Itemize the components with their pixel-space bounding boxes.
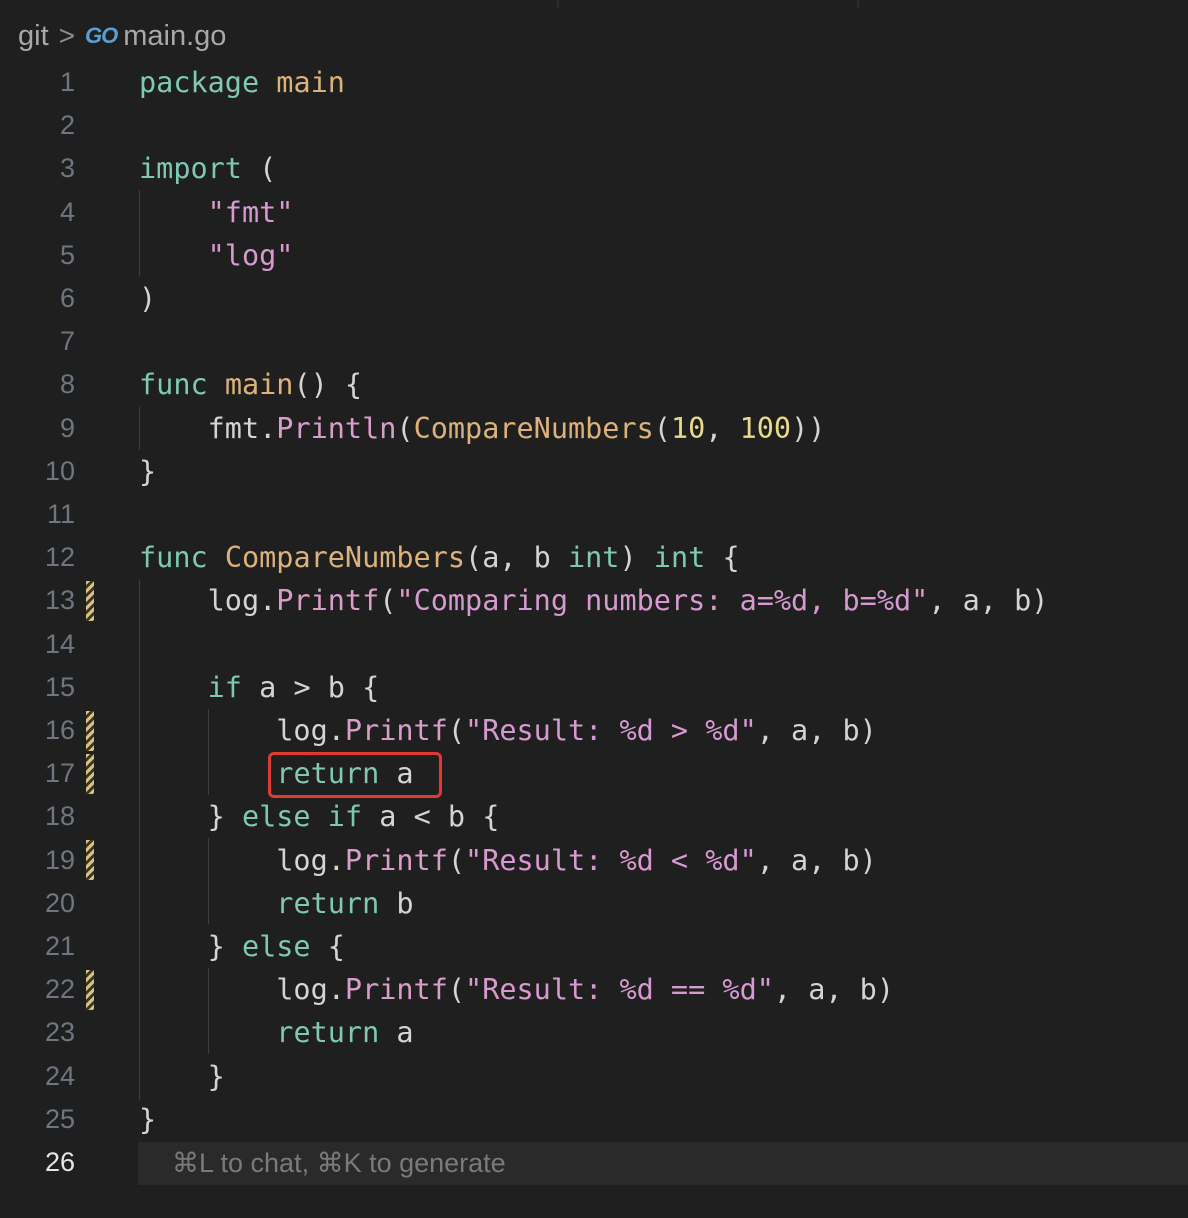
line-number: 3	[59, 153, 75, 184]
line-number: 23	[44, 1017, 75, 1048]
code-text: func main() {	[139, 368, 363, 402]
code-text: }	[139, 1102, 157, 1136]
code-text: }	[139, 1059, 225, 1093]
line-number: 17	[44, 758, 75, 789]
code-line[interactable]: 14	[0, 623, 1188, 666]
line-number: 13	[44, 585, 75, 616]
code-text: log.Printf("Comparing numbers: a=%d, b=%…	[139, 584, 1049, 618]
line-number: 14	[44, 628, 75, 659]
breadcrumb: git > GO main.go	[18, 16, 226, 56]
code-line[interactable]: 6)	[0, 277, 1188, 320]
highlight-box	[268, 752, 442, 798]
code-line[interactable]: 17 return a	[0, 752, 1188, 795]
line-number: 22	[44, 974, 75, 1005]
code-line[interactable]: 18 } else if a < b {	[0, 795, 1188, 838]
line-number: 21	[44, 931, 75, 961]
code-line[interactable]: 23 return a	[0, 1011, 1188, 1054]
line-number: 6	[59, 283, 75, 313]
code-text: func CompareNumbers(a, b int) int {	[139, 541, 740, 575]
line-number: 1	[59, 67, 75, 97]
line-number: 4	[59, 196, 75, 227]
line-number: 20	[44, 887, 75, 918]
modified-line-marker[interactable]	[86, 580, 94, 621]
code-line[interactable]: 10}	[0, 450, 1188, 493]
code-line[interactable]: 13 log.Printf("Comparing numbers: a=%d, …	[0, 579, 1188, 622]
modified-line-marker[interactable]	[86, 753, 94, 794]
line-number: 2	[59, 110, 75, 141]
breadcrumb-file[interactable]: main.go	[123, 20, 226, 53]
line-number: 16	[44, 715, 75, 745]
code-text: } else {	[139, 930, 345, 963]
code-text: return a	[276, 1016, 414, 1050]
breadcrumb-root[interactable]: git	[18, 20, 49, 53]
code-line[interactable]: 3 import (	[0, 147, 1188, 190]
code-line[interactable]: 25}	[0, 1098, 1188, 1141]
line-number: 18	[44, 801, 75, 832]
modified-line-marker[interactable]	[86, 840, 94, 881]
code-text: log.Printf("Result: %d > %d", a, b)	[139, 714, 877, 747]
line-number: 9	[59, 412, 75, 443]
code-text: "log"	[207, 238, 294, 272]
line-number: 7	[59, 326, 75, 357]
code-text: return b	[276, 886, 414, 920]
code-text: package main	[139, 66, 345, 99]
code-line[interactable]: 15 if a > b {	[0, 666, 1188, 709]
code-text: } else if a < b {	[139, 800, 500, 834]
line-number: 24	[44, 1060, 75, 1091]
line-number: 15	[44, 671, 75, 702]
code-text: log.Printf("Result: %d == %d", a, b)	[139, 973, 894, 1007]
line-number: 10	[44, 455, 75, 486]
code-text: log.Printf("Result: %d < %d", a, b)	[139, 843, 877, 877]
code-text: }	[139, 454, 157, 488]
code-line[interactable]: 19 log.Printf("Result: %d < %d", a, b)	[0, 839, 1188, 882]
code-line[interactable]: 11	[0, 493, 1188, 536]
line-number: 26	[44, 1147, 75, 1177]
code-text: fmt.Println(CompareNumbers(10, 100))	[139, 411, 826, 445]
code-line[interactable]: 4 "fmt"	[0, 191, 1188, 234]
code-line[interactable]: 12 func CompareNumbers(a, b int) int {	[0, 536, 1188, 579]
code-text: "fmt"	[207, 195, 294, 229]
code-line[interactable]: 24 }	[0, 1055, 1188, 1098]
code-line[interactable]: 9 fmt.Println(CompareNumbers(10, 100))	[0, 407, 1188, 450]
code-line[interactable]: 22 log.Printf("Result: %d == %d", a, b)	[0, 968, 1188, 1011]
go-icon: GO	[85, 23, 118, 48]
line-number: 25	[44, 1103, 75, 1134]
code-line[interactable]: 8 func main() {	[0, 363, 1188, 406]
line-number: 8	[59, 369, 75, 400]
code-line[interactable]: 21 } else {	[0, 925, 1188, 968]
line-number: 19	[44, 844, 75, 875]
code-line[interactable]: 5 "log"	[0, 234, 1188, 277]
top-tab-strip	[0, 0, 1188, 10]
ai-hint: ⌘L to chat, ⌘K to generate	[172, 1148, 506, 1178]
tab-divider	[557, 0, 559, 8]
code-line[interactable]: 1 package main	[0, 61, 1188, 104]
line-number: 11	[46, 499, 75, 529]
code-line[interactable]: 20 return b	[0, 882, 1188, 925]
line-number: 5	[59, 239, 75, 270]
code-text: if a > b {	[207, 670, 380, 704]
code-line[interactable]: 2	[0, 104, 1188, 147]
line-number: 12	[44, 542, 75, 573]
modified-line-marker[interactable]	[86, 710, 94, 751]
code-line[interactable]: 16 log.Printf("Result: %d > %d", a, b)	[0, 709, 1188, 752]
chevron-right-icon: >	[58, 20, 75, 51]
tab-divider	[857, 0, 859, 8]
code-text: import (	[139, 152, 277, 186]
code-text: )	[139, 282, 157, 315]
code-line[interactable]: 7	[0, 320, 1188, 363]
modified-line-marker[interactable]	[86, 969, 94, 1010]
